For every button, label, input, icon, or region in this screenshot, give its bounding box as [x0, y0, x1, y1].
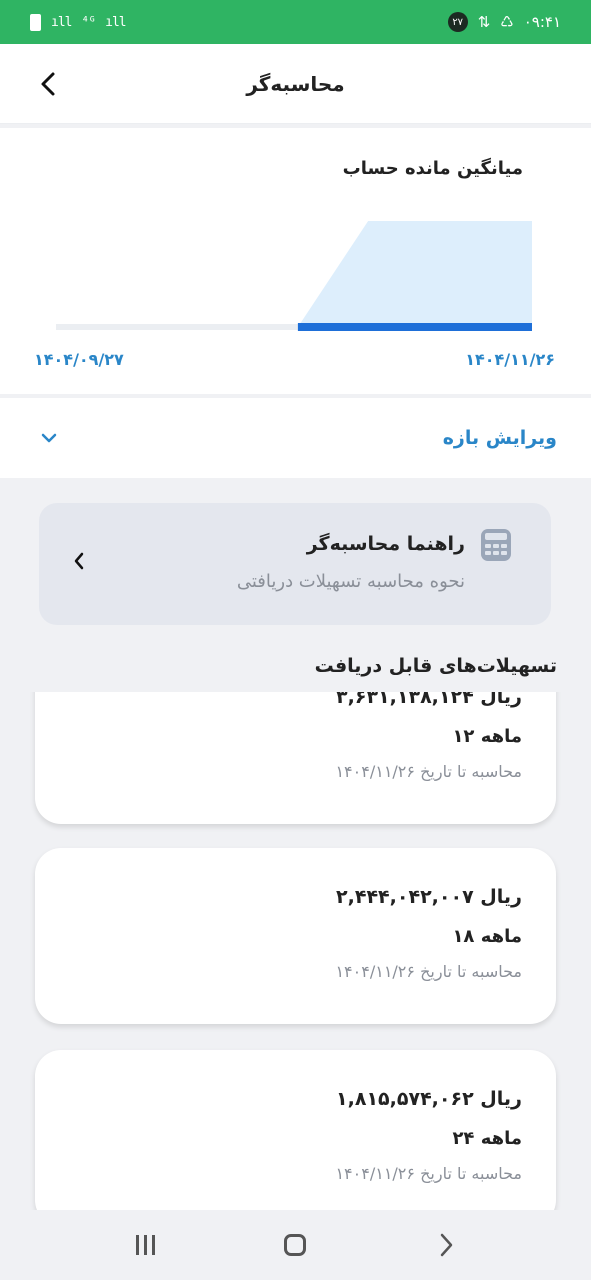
home-button[interactable] — [265, 1220, 325, 1270]
chevron-left-icon — [41, 72, 55, 96]
notification-badge: ۲۷ — [447, 12, 468, 32]
chart-selected-range[interactable] — [297, 323, 532, 331]
loan-note: محاسبه تا تاریخ ۱۴۰۴/۱۱/۲۶ — [335, 1164, 522, 1183]
status-time: ۰۹:۴۱ — [523, 13, 561, 31]
loan-card-12[interactable]: ۳,۶۳۱,۱۳۸,۱۲۴ ریال ۱۲ ماهه محاسبه تا تار… — [35, 692, 556, 824]
status-right: ۲۷ ⇅ ♺ ۰۹:۴۱ — [447, 12, 561, 32]
loans-list[interactable]: ۳,۶۳۱,۱۳۸,۱۲۴ ریال ۱۲ ماهه محاسبه تا تار… — [0, 692, 591, 1210]
calculator-guide-card[interactable]: راهنما محاسبه‌گر نحوه محاسبه تسهیلات دری… — [39, 503, 551, 625]
battery-icon — [30, 13, 41, 31]
loan-term: ۱۲ ماهه — [452, 726, 522, 747]
guide-title: راهنما محاسبه‌گر — [306, 533, 465, 555]
chevron-right-icon — [440, 1233, 453, 1257]
system-back-button[interactable] — [416, 1220, 476, 1270]
edit-range-label: ویرایش بازه — [442, 427, 557, 449]
loan-amount: ۳,۶۳۱,۱۳۸,۱۲۴ ریال — [336, 692, 522, 708]
loan-term: ۲۴ ماهه — [452, 1128, 522, 1149]
system-nav-bar — [0, 1210, 591, 1280]
signal-icon: ıll — [51, 14, 73, 30]
loan-amount: ۱,۸۱۵,۵۷۴,۰۶۲ ریال — [336, 1088, 522, 1110]
loan-term: ۱۸ ماهه — [452, 926, 522, 947]
app-bar: محاسبه‌گر — [0, 44, 591, 124]
loan-note: محاسبه تا تاریخ ۱۴۰۴/۱۱/۲۶ — [335, 962, 522, 981]
loan-card-24[interactable]: ۱,۸۱۵,۵۷۴,۰۶۲ ریال ۲۴ ماهه محاسبه تا تار… — [35, 1050, 556, 1210]
home-icon — [284, 1234, 307, 1256]
signal-icon-2: ıll — [105, 14, 127, 30]
status-bar: ıll ⁴ᴳ ıll ۲۷ ⇅ ♺ ۰۹:۴۱ — [0, 0, 591, 44]
calculator-icon — [481, 529, 511, 561]
page-title: محاسبه‌گر — [246, 71, 345, 96]
loan-card-18[interactable]: ۲,۴۴۴,۰۴۲,۰۰۷ ریال ۱۸ ماهه محاسبه تا تار… — [35, 848, 556, 1024]
recycle-icon: ♺ — [500, 13, 514, 31]
loans-section-title: تسهیلات‌های قابل دریافت — [314, 655, 557, 677]
data-indicator-icon: ⁴ᴳ — [81, 14, 96, 30]
back-button[interactable] — [30, 66, 66, 102]
download-icon: ⇅ — [477, 13, 491, 31]
loan-note: محاسبه تا تاریخ ۱۴۰۴/۱۱/۲۶ — [335, 762, 522, 781]
chart-start-date: ۱۴۰۴/۰۹/۲۷ — [34, 350, 124, 369]
chevron-left-icon — [74, 552, 84, 570]
guide-subtitle: نحوه محاسبه تسهیلات دریافتی — [236, 571, 465, 592]
chart-end-date: ۱۴۰۴/۱۱/۲۶ — [465, 350, 555, 369]
recents-button[interactable] — [115, 1220, 175, 1270]
chart-area-series — [56, 221, 532, 327]
loan-amount: ۲,۴۴۴,۰۴۲,۰۰۷ ریال — [336, 886, 522, 908]
chevron-down-icon — [41, 433, 57, 443]
balance-chart-card: میانگین مانده حساب ۱۴۰۴/۰۹/۲۷ ۱۴۰۴/۱۱/۲۶ — [0, 128, 591, 394]
edit-range-row[interactable]: ویرایش بازه — [0, 398, 591, 478]
status-left: ıll ⁴ᴳ ıll — [30, 13, 127, 31]
recents-icon — [135, 1235, 155, 1255]
